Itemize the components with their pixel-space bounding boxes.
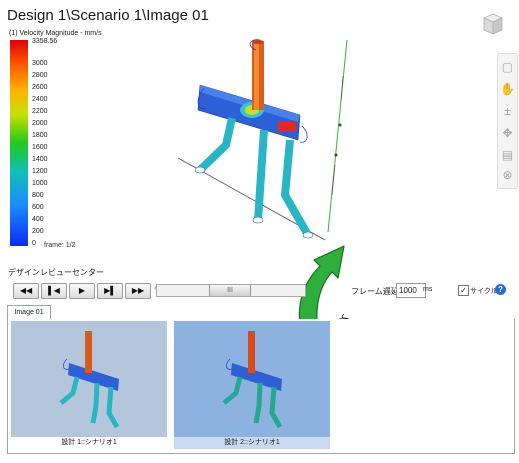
legend-tick-label: 0 xyxy=(32,240,36,247)
legend-tick-label: 2800 xyxy=(32,72,48,79)
legend-tick-label: 3358.56 xyxy=(32,38,58,45)
legend-tick-label: 2400 xyxy=(32,96,48,103)
navigation-cube[interactable] xyxy=(482,12,504,41)
design-review-center-label: デザインレビューセンター xyxy=(8,268,104,277)
frame-delay-label: フレーム遅延 xyxy=(351,287,399,296)
flow-model xyxy=(177,39,348,241)
frame-slider[interactable]: III xyxy=(156,284,306,297)
section-icon[interactable]: ▤ xyxy=(500,148,515,163)
legend-tick-label: 1200 xyxy=(32,168,48,175)
play-button[interactable]: ▶ xyxy=(69,283,95,299)
thumbnail-panel: 設計 1::シナリオ1 設計 2::シナリオ1 xyxy=(7,319,515,454)
reset-view-icon[interactable]: ⊗ xyxy=(500,168,515,183)
thumbnail-image xyxy=(174,321,330,437)
frame-slider-thumb[interactable]: III xyxy=(209,285,251,296)
play-icon: ▶ xyxy=(78,286,86,295)
legend-tick-label: 400 xyxy=(32,216,44,223)
last-frame-icon: ▶▶ xyxy=(131,286,145,295)
view-title: Design 1\Scenario 1\Image 01 xyxy=(7,7,209,24)
thumbnail-caption: 設計 2::シナリオ1 xyxy=(174,437,330,449)
legend-tick-label: 1600 xyxy=(32,144,48,151)
legend-tick-label: 2000 xyxy=(32,120,48,127)
playback-controls: ◀◀ ▌◀ ▶ ▶▌ ▶▶ ‹ III フレーム遅延 1000 ms ✓ サイク… xyxy=(0,279,519,303)
help-icon[interactable]: ? xyxy=(495,284,506,295)
legend-tick-label: 1800 xyxy=(32,132,48,139)
frame-delay-unit: ms xyxy=(423,286,433,293)
previous-frame-icon: ▌◀ xyxy=(48,286,60,295)
zoom-window-icon[interactable]: ▢ xyxy=(500,60,515,75)
legend-tick-label: 2200 xyxy=(32,108,48,115)
legend-tick-label: 3000 xyxy=(32,60,48,67)
first-frame-button[interactable]: ◀◀ xyxy=(13,283,39,299)
image-tabs: Image 01 xyxy=(7,305,513,320)
legend-tick-label: 600 xyxy=(32,204,44,211)
legend-tick-label: 200 xyxy=(32,228,44,235)
last-frame-button[interactable]: ▶▶ xyxy=(125,283,151,299)
orbit-icon[interactable]: ✥ xyxy=(500,126,515,141)
legend-tick-label: 1400 xyxy=(32,156,48,163)
frame-label: frame: 1/2 xyxy=(44,242,76,249)
legend-tick-label: 1000 xyxy=(32,180,48,187)
thumbnail-design-2[interactable]: 設計 2::シナリオ1 xyxy=(174,321,330,449)
next-frame-button[interactable]: ▶▌ xyxy=(97,283,123,299)
previous-frame-button[interactable]: ▌◀ xyxy=(41,283,67,299)
view-toolbar: ▢ ✋ ± ✥ ▤ ⊗ xyxy=(497,53,518,189)
legend-title: (1) Velocity Magnitude - mm/s xyxy=(9,30,102,37)
thumbnail-caption: 設計 1::シナリオ1 xyxy=(61,439,117,446)
graphics-viewport[interactable]: Design 1\Scenario 1\Image 01 (1) Velocit… xyxy=(0,0,519,347)
cycle-label: サイクル xyxy=(470,288,498,295)
frame-delay-input[interactable]: 1000 xyxy=(396,283,426,298)
first-frame-icon: ◀◀ xyxy=(19,286,33,295)
legend-color-bar xyxy=(10,40,28,246)
zoom-icon[interactable]: ± xyxy=(500,104,515,119)
legend-tick-label: 800 xyxy=(32,192,44,199)
next-frame-icon: ▶▌ xyxy=(104,286,116,295)
legend-tick-label: 2600 xyxy=(32,84,48,91)
tab-image-01[interactable]: Image 01 xyxy=(7,305,51,319)
cycle-checkbox[interactable]: ✓ xyxy=(458,285,469,296)
pan-hand-icon[interactable]: ✋ xyxy=(500,82,515,97)
thumbnail-design-1[interactable]: 設計 1::シナリオ1 xyxy=(11,321,167,449)
thumbnail-image xyxy=(11,321,167,437)
